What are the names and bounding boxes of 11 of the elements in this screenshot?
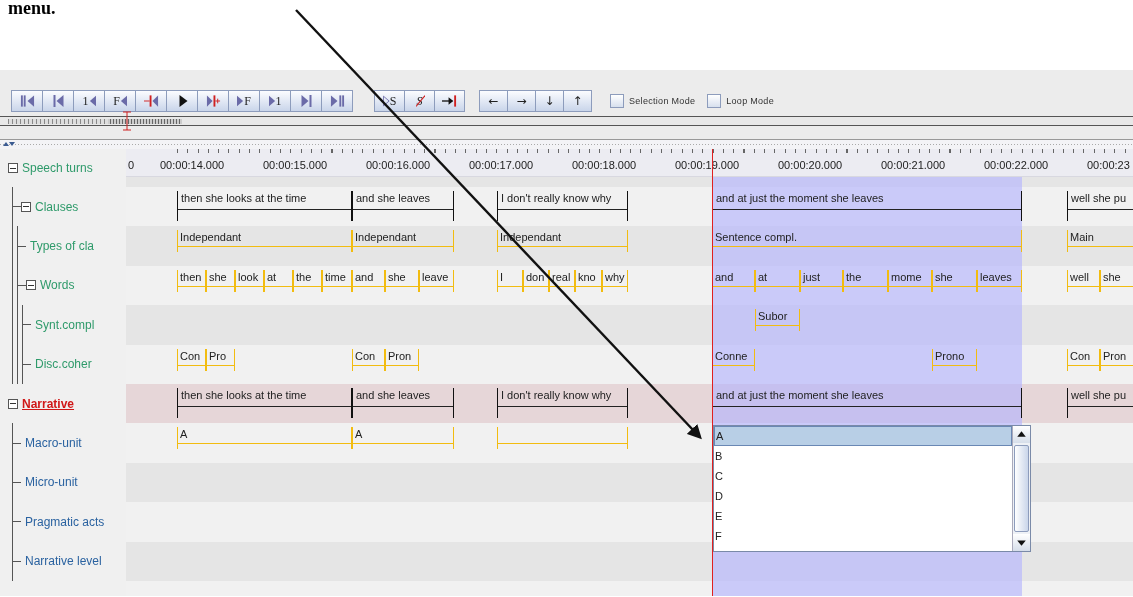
time-label: 00:00:23 <box>1087 159 1130 171</box>
time-label: 00:00:20.000 <box>778 159 843 171</box>
time-label: 0 <box>128 159 135 171</box>
time-label: 00:00:21.000 <box>881 159 946 171</box>
heading-text: menu. <box>8 0 56 16</box>
time-label: 00:00:18.000 <box>572 159 637 171</box>
time-label: 00:00:15.000 <box>263 159 328 171</box>
time-label: 00:00:14.000 <box>160 159 225 171</box>
time-label: 00:00:17.000 <box>469 159 534 171</box>
time-label: 00:00:16.000 <box>366 159 431 171</box>
time-label: 00:00:22.000 <box>984 159 1049 171</box>
